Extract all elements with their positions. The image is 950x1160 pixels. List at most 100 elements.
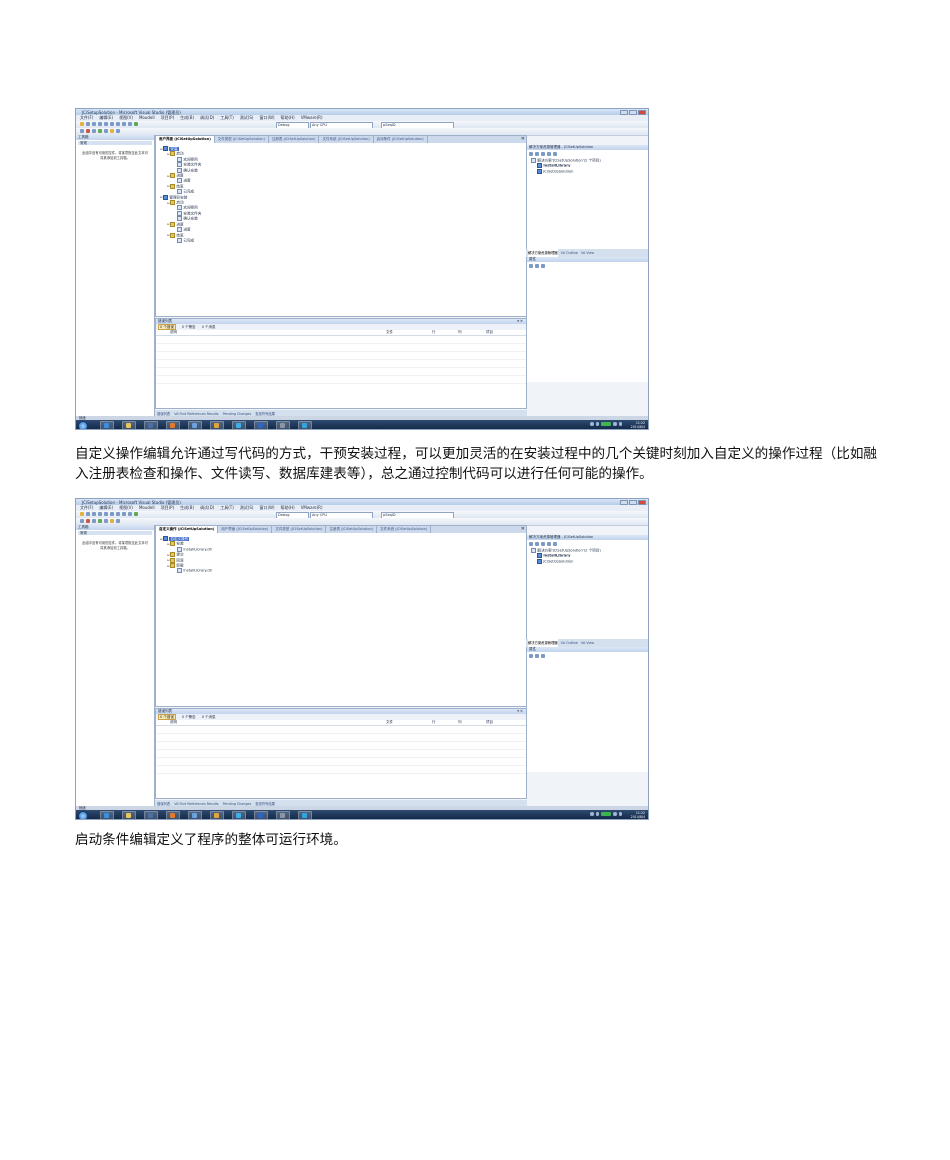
cut-icon[interactable] [104, 512, 108, 516]
undo-icon[interactable] [122, 122, 126, 126]
volume-icon[interactable] [618, 422, 622, 426]
copy-icon[interactable] [110, 512, 114, 516]
firefox-taskbar-app[interactable] [166, 421, 180, 429]
error-column-header[interactable]: 列 [458, 720, 462, 725]
skype-taskbar-app[interactable] [298, 421, 312, 429]
tree-node[interactable]: 已完成 [160, 237, 523, 243]
editor-tab[interactable]: 注册表 (JCiSetUpSolution) [269, 136, 320, 143]
view-designer-icon[interactable] [553, 152, 557, 156]
paste-icon[interactable] [116, 122, 120, 126]
error-column-header[interactable]: 行 [432, 720, 436, 725]
start-button[interactable] [78, 420, 88, 429]
new-project-icon[interactable] [80, 512, 84, 516]
close-tab-icon[interactable]: ✕ [521, 526, 525, 533]
input-method-icon[interactable] [601, 422, 611, 426]
pin-icon[interactable]: ▾ ✕ [517, 319, 523, 324]
taskbar-app[interactable] [210, 421, 224, 429]
refresh-icon[interactable] [541, 152, 545, 156]
firefox-taskbar-app[interactable] [166, 811, 180, 819]
refresh-icon[interactable] [541, 542, 545, 546]
editor-tab[interactable]: 文件系统 (JCiSetUpSolution) [319, 136, 374, 143]
taskbar-clock[interactable]: 11:22 2014/8/4 [631, 811, 645, 819]
right-panel-tab[interactable]: VA Outline [561, 639, 578, 647]
explorer-taskbar-app[interactable] [122, 421, 136, 429]
maximize-button[interactable] [629, 499, 637, 505]
error-column-header[interactable]: 说明 [170, 330, 177, 335]
media-taskbar-app[interactable] [144, 811, 158, 819]
toolbar-icon[interactable] [104, 129, 108, 133]
solution-node[interactable]: JCiSetUpSolution [527, 168, 648, 174]
redo-icon[interactable] [128, 122, 132, 126]
start-debug-icon[interactable] [134, 512, 138, 516]
toolbar-icon[interactable] [104, 519, 108, 523]
error-column-header[interactable]: 项目 [486, 330, 493, 335]
view-designer-icon[interactable] [553, 542, 557, 546]
property-pages-icon[interactable] [541, 264, 545, 268]
right-panel-tab[interactable]: VA View [581, 249, 594, 257]
open-icon[interactable] [86, 512, 90, 516]
pin-icon[interactable]: ▾ ✕ [517, 709, 523, 714]
right-panel-tab[interactable]: 解决方案资源管理器 [528, 249, 558, 257]
save-all-icon[interactable] [98, 512, 102, 516]
property-pages-icon[interactable] [541, 654, 545, 658]
toolbar-icon[interactable] [116, 129, 120, 133]
word-taskbar-app[interactable] [254, 811, 268, 819]
toolbar-icon[interactable] [98, 129, 102, 133]
toolbar-icon[interactable] [116, 519, 120, 523]
explorer-taskbar-app[interactable] [122, 811, 136, 819]
toolbar-icon[interactable] [80, 129, 84, 133]
taskbar-app[interactable] [276, 421, 290, 429]
editor-tab[interactable]: 文件类型 (JCiSetUpSolution) [272, 526, 327, 533]
minimize-button[interactable] [620, 499, 628, 505]
toolbar-icon[interactable] [98, 519, 102, 523]
editor-tab[interactable]: 注册表 (JCiSetUpSolution) [326, 526, 378, 533]
error-column-header[interactable]: 行 [432, 330, 436, 335]
network-icon[interactable] [613, 812, 617, 816]
categorized-icon[interactable] [529, 264, 533, 268]
right-panel-tab[interactable]: VA Outline [561, 249, 578, 257]
copy-icon[interactable] [110, 122, 114, 126]
save-all-icon[interactable] [98, 122, 102, 126]
network-icon[interactable] [613, 422, 617, 426]
volume-icon[interactable] [618, 812, 622, 816]
right-panel-tab[interactable]: 解决方案资源管理器 [528, 639, 558, 647]
taskbar-app[interactable] [210, 811, 224, 819]
error-column-header[interactable]: 列 [458, 330, 462, 335]
taskbar-app[interactable] [188, 811, 202, 819]
toolbar-icon[interactable] [92, 519, 96, 523]
cut-icon[interactable] [104, 122, 108, 126]
alphabetical-icon[interactable] [535, 264, 539, 268]
toolbar-icon[interactable] [86, 519, 90, 523]
redo-icon[interactable] [128, 512, 132, 516]
tray-icon[interactable] [595, 422, 599, 426]
error-column-header[interactable]: 文件 [386, 720, 393, 725]
toolbar-icon[interactable] [92, 129, 96, 133]
error-column-header[interactable]: 项目 [486, 720, 493, 725]
close-tab-icon[interactable]: ✕ [521, 136, 525, 143]
paste-icon[interactable] [116, 512, 120, 516]
alphabetical-icon[interactable] [535, 654, 539, 658]
toolbox-group[interactable]: 常规 [78, 531, 152, 535]
editor-tab[interactable]: 文件系统 (JCiSetUpSolution) [377, 526, 432, 533]
show-all-icon[interactable] [535, 542, 539, 546]
open-icon[interactable] [86, 122, 90, 126]
error-column-header[interactable]: 说明 [170, 720, 177, 725]
tree-node[interactable]: InstallLibrary.dll [160, 568, 523, 574]
error-column-header[interactable]: 文件 [386, 330, 393, 335]
close-button[interactable] [638, 499, 646, 505]
chrome-taskbar-app[interactable] [232, 811, 246, 819]
properties-icon[interactable] [529, 152, 533, 156]
skype-taskbar-app[interactable] [298, 811, 312, 819]
solution-node[interactable]: JCiSetUpSolution [527, 558, 648, 564]
editor-tab[interactable]: 文件类型 (JCiSetUpSolution) [215, 136, 269, 143]
toolbar-icon[interactable] [86, 129, 90, 133]
toolbar-icon[interactable] [80, 519, 84, 523]
properties-icon[interactable] [529, 542, 533, 546]
show-all-icon[interactable] [535, 152, 539, 156]
tray-icon[interactable] [590, 812, 594, 816]
editor-tab[interactable]: 自定义操作 (JCiSetUpSolution) [156, 526, 219, 533]
close-button[interactable] [638, 109, 646, 115]
chrome-taskbar-app[interactable] [232, 421, 246, 429]
tray-icon[interactable] [590, 422, 594, 426]
save-icon[interactable] [92, 512, 96, 516]
